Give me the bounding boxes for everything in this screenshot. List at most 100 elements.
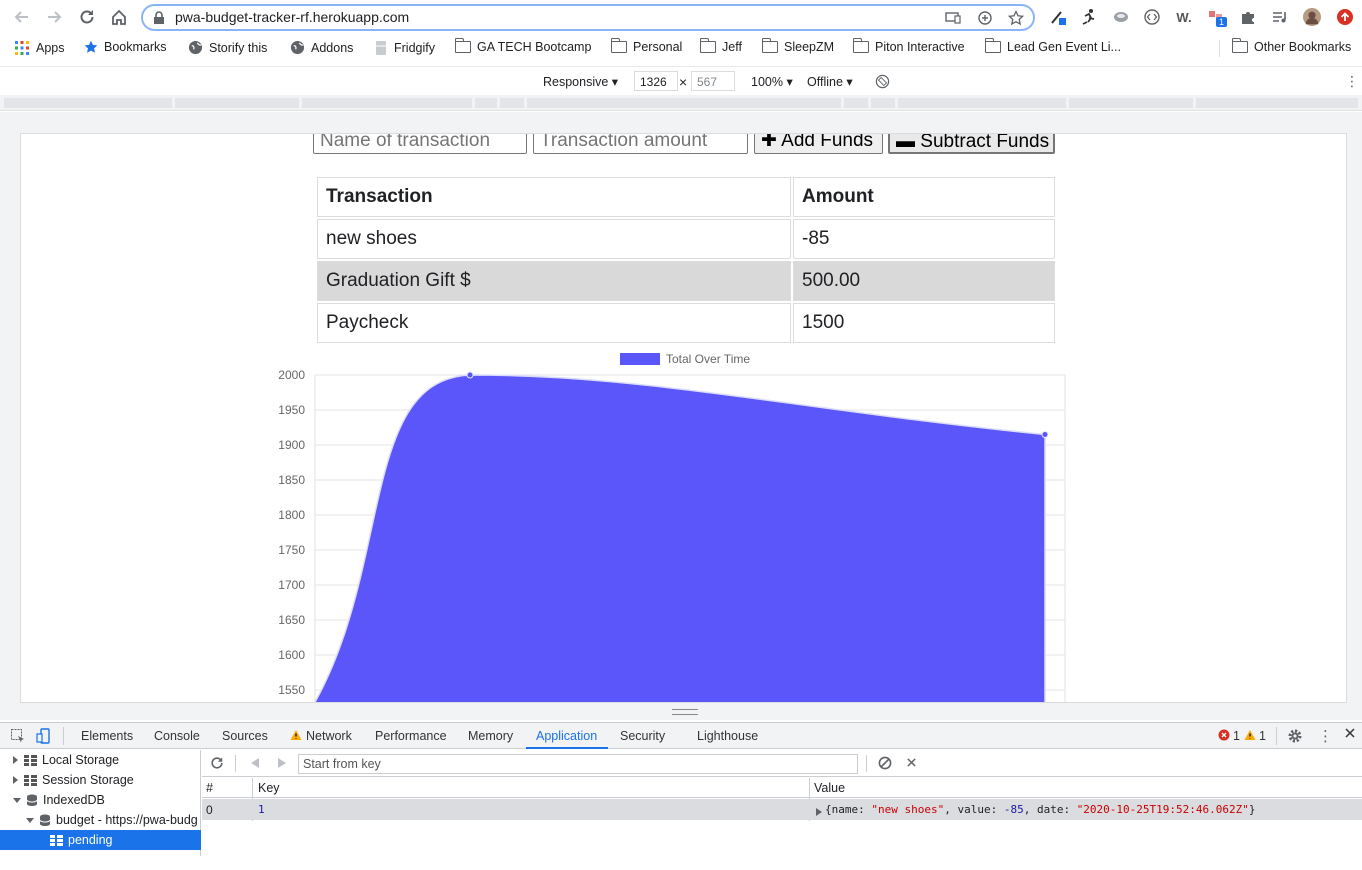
refresh-icon[interactable] [210, 756, 224, 773]
column-header-index[interactable]: # [206, 781, 213, 795]
reload-icon[interactable] [76, 6, 98, 28]
bookmark-apps[interactable]: Apps [14, 40, 65, 56]
device-mode-select[interactable]: Responsive ▾ [543, 74, 618, 89]
media-query-segment[interactable] [1069, 98, 1193, 108]
media-query-segment[interactable] [4, 98, 172, 108]
star-icon[interactable] [1007, 9, 1025, 26]
bookmark-other[interactable]: Other Bookmarks [1231, 38, 1351, 54]
tree-next-item[interactable] [0, 850, 201, 870]
tab-performance[interactable]: Performance [375, 729, 447, 743]
next-page-icon[interactable] [277, 757, 287, 772]
bookmark-piton[interactable]: Piton Interactive [852, 38, 965, 54]
delete-selected-icon[interactable] [906, 757, 917, 771]
data-point[interactable] [466, 371, 474, 379]
media-query-segment[interactable] [871, 98, 895, 108]
expand-arrow-icon[interactable] [13, 776, 18, 784]
bookmark-jeff[interactable]: Jeff [699, 38, 742, 54]
media-query-segment[interactable] [475, 98, 497, 108]
column-header-value[interactable]: Value [814, 781, 845, 795]
bookmark-lead-gen[interactable]: Lead Gen Event Li... [984, 38, 1121, 54]
update-icon[interactable] [1336, 8, 1354, 26]
bookmark-ga-tech[interactable]: GA TECH Bootcamp [454, 38, 591, 54]
eyedropper-extension-icon[interactable] [1049, 8, 1067, 26]
add-funds-button[interactable]: ✚ Add Funds [754, 134, 883, 154]
collapse-arrow-icon[interactable] [26, 817, 34, 823]
transaction-amount-cell: 1500 [793, 303, 1055, 343]
media-query-segment[interactable] [302, 98, 472, 108]
close-icon[interactable] [1344, 727, 1356, 742]
previous-page-icon[interactable] [250, 757, 260, 772]
w-extension-icon[interactable]: W. [1175, 8, 1193, 26]
tree-session-storage[interactable]: Session Storage [0, 770, 201, 790]
cloud-extension-icon[interactable] [1112, 8, 1130, 26]
back-arrow-icon[interactable] [11, 6, 33, 28]
tab-memory[interactable]: Memory [468, 729, 513, 743]
tab-console[interactable]: Console [154, 729, 200, 743]
column-header-key[interactable]: Key [258, 781, 280, 795]
tree-local-storage[interactable]: Local Storage [0, 750, 201, 770]
warning-count[interactable]: 1 [1259, 729, 1266, 743]
transaction-amount-input[interactable]: Transaction amount [533, 134, 748, 154]
tree-indexeddb[interactable]: IndexedDB [0, 790, 201, 810]
tree-budget-db[interactable]: budget - https://pwa-budg [0, 810, 201, 830]
tab-sources[interactable]: Sources [222, 729, 268, 743]
application-sidebar: Local Storage Session Storage IndexedDB … [0, 750, 201, 856]
profile-avatar-icon[interactable] [1303, 8, 1321, 26]
inspect-element-icon[interactable] [10, 728, 26, 747]
bookmark-sleepzm[interactable]: SleepZM [761, 38, 834, 54]
devtools-resize-handle[interactable] [672, 709, 698, 715]
clear-store-icon[interactable] [878, 756, 892, 773]
media-query-segment[interactable] [1196, 98, 1358, 108]
media-query-segment[interactable] [898, 98, 1066, 108]
network-throttle-select[interactable]: Offline ▾ [807, 74, 853, 89]
expand-arrow-icon[interactable] [13, 756, 18, 764]
bookmark-storify[interactable]: Storify this [188, 40, 267, 55]
table-row[interactable]: 0 1 {name: "new shoes", value: -85, date… [202, 799, 1362, 820]
tab-security[interactable]: Security [620, 729, 665, 743]
runner-extension-icon[interactable] [1080, 8, 1098, 26]
warning-icon[interactable] [1244, 729, 1256, 744]
forward-arrow-icon[interactable] [43, 6, 65, 28]
zoom-icon[interactable] [977, 10, 993, 26]
subtract-funds-button[interactable]: ▬ Subtract Funds [888, 134, 1055, 154]
bookmark-addons[interactable]: Addons [290, 40, 353, 55]
install-app-icon[interactable] [945, 10, 961, 26]
bookmark-personal[interactable]: Personal [610, 38, 682, 54]
chart-legend[interactable]: Total Over Time [620, 352, 750, 366]
rotate-icon[interactable] [875, 74, 890, 92]
puzzle-extensions-icon[interactable] [1239, 8, 1257, 26]
home-icon[interactable] [108, 6, 130, 28]
more-vertical-icon[interactable]: ⋮ [1345, 73, 1359, 90]
bookmark-fridgify[interactable]: Fridgify [374, 40, 435, 56]
zoom-select[interactable]: 100% ▾ [751, 74, 793, 89]
media-query-segment[interactable] [175, 98, 299, 108]
transaction-name-cell: Graduation Gift $ [317, 261, 791, 301]
device-toggle-icon[interactable] [36, 728, 52, 747]
media-queue-icon[interactable] [1271, 8, 1289, 26]
viewport-height-input[interactable]: 567 [691, 71, 735, 91]
error-count[interactable]: 1 [1233, 729, 1240, 743]
transaction-name-input[interactable]: Name of transaction [313, 134, 527, 154]
media-query-segment[interactable] [500, 98, 524, 108]
tab-lighthouse[interactable]: Lighthouse [697, 729, 758, 743]
tab-application[interactable]: Application [536, 729, 597, 743]
tree-pending-store[interactable]: pending [0, 830, 201, 850]
media-query-segment[interactable] [527, 98, 841, 108]
data-point[interactable] [1041, 431, 1049, 438]
expand-arrow-icon[interactable] [816, 805, 822, 819]
device-toolbar: Responsive ▾ 1326 × 567 100% ▾ Offline ▾… [0, 66, 1362, 95]
settings-gear-icon[interactable] [1287, 728, 1303, 747]
start-from-key-input[interactable]: Start from key [298, 754, 858, 774]
code-extension-icon[interactable] [1143, 8, 1161, 26]
tab-network[interactable]: Network [306, 729, 352, 743]
more-vertical-icon[interactable]: ⋮ [1318, 727, 1333, 745]
media-query-bar[interactable] [0, 95, 1362, 111]
address-bar[interactable]: pwa-budget-tracker-rf.herokuapp.com [141, 4, 1035, 31]
tab-elements[interactable]: Elements [81, 729, 133, 743]
viewport-width-input[interactable]: 1326 [634, 71, 678, 91]
collapse-arrow-icon[interactable] [13, 797, 21, 803]
bookmark-bookmarks[interactable]: Bookmarks [84, 40, 167, 54]
error-icon[interactable] [1218, 729, 1230, 744]
media-query-segment[interactable] [844, 98, 868, 108]
red-extension-icon[interactable]: 1 [1207, 8, 1228, 27]
